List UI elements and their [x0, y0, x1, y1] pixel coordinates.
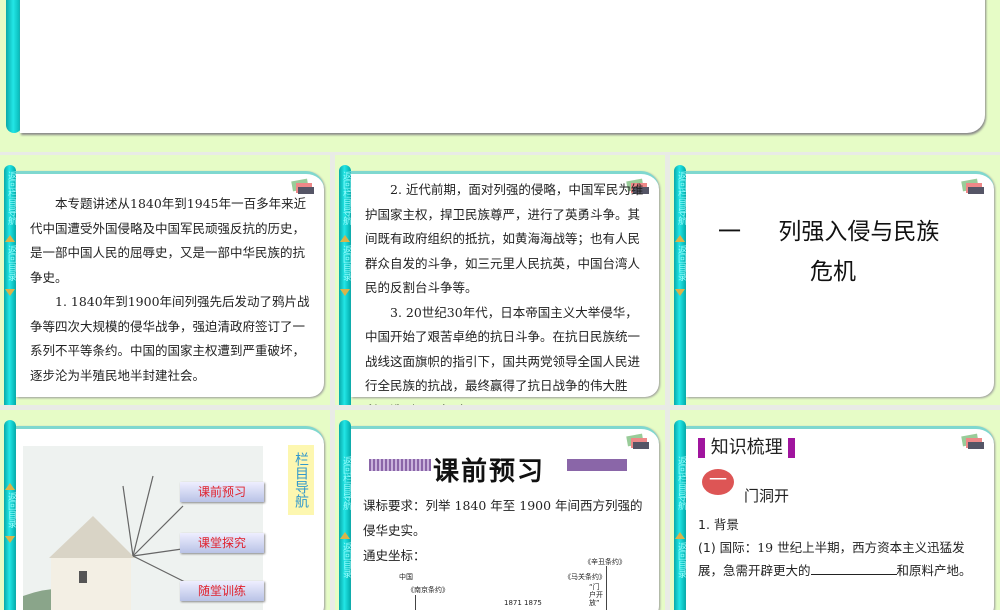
nav-pole: 返回栏目导航 返回目录: [4, 165, 16, 405]
slide-intro-1[interactable]: 返回栏目导航 返回目录 本专题讲述从1840年到1945年一百多年来近代中国遭受…: [0, 155, 330, 405]
slide-section-title[interactable]: 返回栏目导航 返回目录 一 列强入侵与民族 危机: [670, 155, 1000, 405]
back-to-toc-link[interactable]: 返回目录: [339, 245, 351, 281]
up-arrow-icon[interactable]: [5, 235, 15, 242]
nav-pole: 返回栏目导航 返回目录: [339, 165, 351, 405]
intro-paragraph: 本专题讲述从1840年到1945年一百多年来近代中国遭受外国侵略及中国军民顽强反…: [30, 196, 307, 285]
up-arrow-icon[interactable]: [675, 532, 685, 539]
slide-intro-2[interactable]: 返回栏目导航 返回目录 2. 近代前期，面对列强的侵略，中国军民为维护国家主权，…: [335, 155, 665, 405]
slide-panel: 课前预习 课堂探究 随堂训练 栏目导航: [16, 426, 324, 610]
up-arrow-icon[interactable]: [340, 532, 350, 539]
point-2-paragraph: 2. 近代前期，面对列强的侵略，中国军民为维护国家主权，捍卫民族尊严，进行了英勇…: [365, 182, 644, 295]
nav-pole: 返回目录: [4, 420, 16, 610]
timeline-maguan-treaty: 《马关条约》: [564, 573, 606, 581]
up-arrow-icon[interactable]: [340, 235, 350, 242]
slide-panel: [20, 0, 985, 133]
point-1-paragraph: 1. 1840年到1900年间列强先后发动了鸦片战争等四次大规模的侵华战争，强迫…: [30, 294, 310, 383]
back-to-toc-link[interactable]: 返回目录: [4, 492, 16, 528]
section-title: 列强入侵与民族: [778, 219, 940, 245]
timeline-label: 通史坐标：: [363, 548, 426, 563]
slide-panel: 本专题讲述从1840年到1945年一百多年来近代中国遭受外国侵略及中国军民顽强反…: [16, 171, 324, 397]
back-to-section-link[interactable]: 返回栏目导航: [339, 456, 351, 510]
top-slide: [0, 0, 1000, 152]
nav-pole: 返回栏目导航 返回目录: [674, 420, 686, 610]
section-number: 一: [718, 219, 741, 245]
back-to-section-link[interactable]: 返回栏目导航: [674, 171, 686, 225]
knowledge-header: 知识梳理: [710, 437, 783, 458]
down-arrow-icon[interactable]: [5, 536, 15, 543]
timeline-xinchou-treaty: 《辛丑条约》: [584, 558, 626, 566]
menu-classroom-button[interactable]: 课堂探究: [180, 533, 264, 553]
slide-panel: 2. 近代前期，面对列强的侵略，中国军民为维护国家主权，捍卫民族尊严，进行了英勇…: [351, 171, 659, 405]
timeline-diagram: 中国 《南京条约》 1871 1875 《马关条约》 《辛丑条约》 “门户开放”: [351, 558, 651, 610]
down-arrow-icon[interactable]: [340, 289, 350, 296]
point-3-paragraph: 3. 20世纪30年代，日本帝国主义大举侵华，中国开始了艰苦卓绝的抗日斗争。在抗…: [365, 304, 641, 406]
blank-answer[interactable]: [810, 574, 897, 575]
banner-right-bar: [567, 459, 627, 471]
section-title: 门洞开: [744, 487, 790, 505]
slide-preview[interactable]: 返回栏目导航 返回目录 课前预习 课标要求：列举 1840 年至 1900 年间…: [335, 410, 665, 610]
background-heading: 1. 背景: [698, 517, 739, 532]
banner-left-bar: [369, 459, 431, 471]
menu-practice-button[interactable]: 随堂训练: [180, 581, 264, 601]
timeline-china: 中国: [399, 573, 413, 581]
back-to-toc-link[interactable]: 返回目录: [4, 245, 16, 281]
menu-preview-button[interactable]: 课前预习: [180, 482, 264, 502]
slide-panel: 课前预习 课标要求：列举 1840 年至 1900 年间西方列强的侵华史实。 通…: [351, 426, 659, 610]
section-title-cont: 危机: [810, 259, 856, 285]
international-label: (1) 国际: [698, 540, 745, 555]
nav-pole: 返回栏目导航 返回目录: [674, 165, 686, 405]
back-to-section-link[interactable]: 返回栏目导航: [4, 171, 16, 225]
book-icon: [626, 433, 649, 449]
timeline-open-door: “门户开放”: [589, 583, 603, 607]
slide-navigation[interactable]: 返回目录 课前预习 课堂探究 随堂训练 栏目导航: [0, 410, 330, 610]
timeline-years: 1871 1875: [504, 599, 542, 607]
slide-knowledge[interactable]: 返回栏目导航 返回目录 知识梳理 一 门洞开 1. 背景 (1) 国际：19 世…: [670, 410, 1000, 610]
international-tail: 和原料产地。: [896, 563, 972, 578]
up-arrow-icon[interactable]: [675, 235, 685, 242]
section-number-badge: 一: [702, 469, 734, 495]
down-arrow-icon[interactable]: [5, 289, 15, 296]
preview-banner-title: 课前预习: [433, 457, 546, 487]
down-arrow-icon[interactable]: [675, 289, 685, 296]
slide-panel: 一 列强入侵与民族 危机: [686, 171, 994, 397]
requirement-label: 课标要求: [363, 498, 414, 513]
back-to-toc-link[interactable]: 返回目录: [339, 542, 351, 578]
timeline-nanjing-treaty: 《南京条约》: [407, 586, 449, 594]
back-to-section-link[interactable]: 返回栏目导航: [339, 171, 351, 225]
slide-panel: 知识梳理 一 门洞开 1. 背景 (1) 国际：19 世纪上半期，西方资本主义迅…: [686, 426, 994, 610]
nav-pole: 返回栏目导航 返回目录: [339, 420, 351, 610]
up-arrow-icon[interactable]: [5, 483, 15, 490]
back-to-toc-link[interactable]: 返回目录: [674, 245, 686, 281]
section-nav-tag: 栏目导航: [288, 445, 314, 515]
back-to-toc-link[interactable]: 返回目录: [674, 542, 686, 578]
back-to-section-link[interactable]: 返回栏目导航: [674, 456, 686, 510]
book-icon: [961, 433, 984, 449]
book-icon: [961, 178, 984, 194]
